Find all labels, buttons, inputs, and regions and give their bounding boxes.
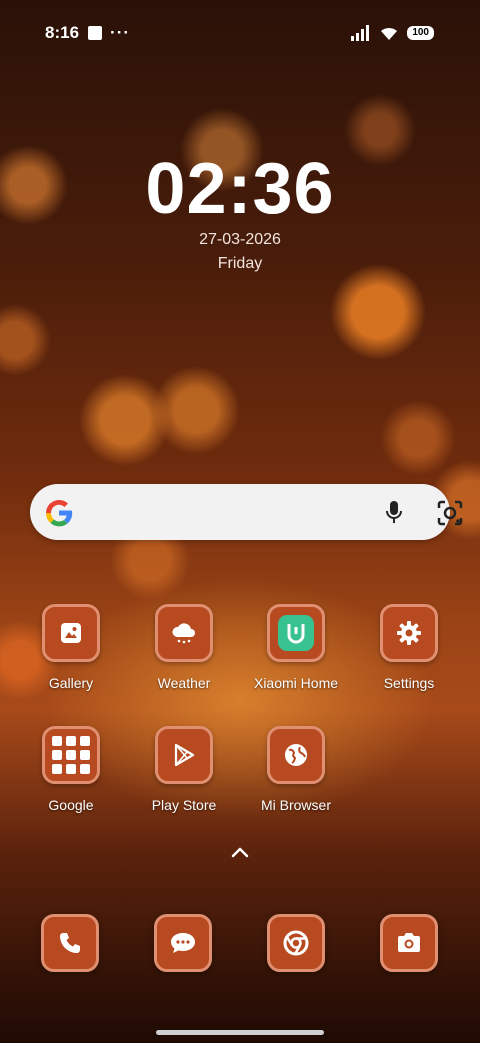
clock-time[interactable]: 02:36	[0, 148, 480, 230]
gear-icon[interactable]	[380, 604, 438, 662]
dock-camera[interactable]	[380, 914, 438, 972]
app-label: Google	[48, 797, 94, 813]
dock-messages[interactable]	[154, 914, 212, 972]
google-search-bar[interactable]	[30, 484, 463, 540]
dock-chrome[interactable]	[267, 914, 325, 972]
play-store-icon[interactable]	[155, 726, 213, 784]
weather-icon[interactable]	[155, 604, 213, 662]
app-weather[interactable]: Weather	[134, 604, 234, 691]
phone-icon[interactable]	[41, 914, 99, 972]
status-bar: 8:16 ··· 100	[45, 22, 434, 44]
app-folder-google[interactable]: Google	[21, 726, 121, 813]
app-settings[interactable]: Settings	[359, 604, 459, 691]
app-xiaomi-home[interactable]: Xiaomi Home	[246, 604, 346, 691]
messages-icon[interactable]	[154, 914, 212, 972]
app-drawer-chevron-up-icon[interactable]	[229, 842, 251, 862]
status-time: 8:16	[45, 23, 80, 42]
google-logo-icon	[45, 499, 73, 527]
home-indicator-bar[interactable]	[156, 1030, 324, 1035]
app-play-store[interactable]: Play Store	[134, 726, 234, 813]
globe-icon[interactable]	[267, 726, 325, 784]
app-mi-browser[interactable]: Mi Browser	[246, 726, 346, 813]
notification-icon	[88, 26, 103, 40]
camera-icon[interactable]	[380, 914, 438, 972]
app-label: Xiaomi Home	[253, 675, 339, 691]
app-label: Settings	[383, 675, 435, 691]
clock-day[interactable]: Friday	[0, 255, 480, 273]
wifi-icon	[381, 27, 398, 40]
app-label: Mi Browser	[260, 797, 331, 813]
chrome-icon[interactable]	[267, 914, 325, 972]
signal-icon	[351, 25, 370, 41]
dock-phone[interactable]	[41, 914, 99, 972]
more-notifications-icon: ···	[110, 23, 131, 42]
xiaomi-home-icon[interactable]	[267, 604, 325, 662]
app-label: Play Store	[151, 797, 217, 813]
app-gallery[interactable]: Gallery	[21, 604, 121, 691]
clock-date[interactable]: 27-03-2026	[0, 231, 480, 249]
folder-icon[interactable]	[42, 726, 100, 784]
app-label: Gallery	[48, 675, 94, 691]
battery-indicator: 100	[407, 26, 434, 40]
google-lens-icon[interactable]	[435, 498, 465, 528]
microphone-icon[interactable]	[380, 498, 408, 526]
gallery-icon[interactable]	[42, 604, 100, 662]
app-label: Weather	[157, 675, 211, 691]
